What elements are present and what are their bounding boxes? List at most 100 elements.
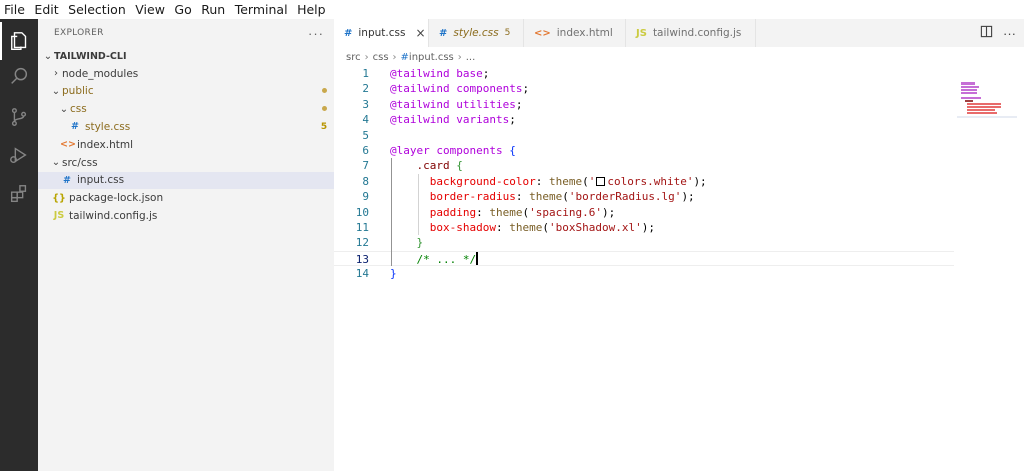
chevron-right-icon: › (50, 68, 62, 79)
tree-item-public[interactable]: ⌄public (38, 83, 334, 100)
git-decoration (314, 86, 334, 96)
tree-item-node-modules[interactable]: ›node_modules (38, 65, 334, 82)
project-root[interactable]: ⌄ TAILWIND-CLI (38, 48, 334, 65)
code-text: } (390, 266, 397, 281)
menu-bar: File Edit Selection View Go Run Terminal Help (0, 0, 1024, 19)
breadcrumb-item[interactable]: input.css (409, 52, 454, 63)
explorer-sidebar: EXPLORER ··· ⌄ TAILWIND-CLI ›node_module… (38, 19, 334, 471)
css-file-icon: # (68, 121, 82, 132)
chevron-right-icon: › (458, 52, 462, 63)
text-cursor (476, 252, 478, 265)
breadcrumb: src›css›# input.css›... (334, 47, 475, 67)
tree-item-package-lock-json[interactable]: {}package-lock.json (38, 190, 334, 207)
tree-item-label: src/css (62, 157, 314, 169)
tab-index-html[interactable]: <> index.html (524, 19, 626, 47)
line-number: 14 (334, 266, 369, 281)
code-line[interactable]: 5 (334, 128, 954, 143)
extensions-icon[interactable] (0, 175, 38, 213)
code-line[interactable]: 14} (334, 266, 954, 281)
tree-item-label: style.css (85, 121, 314, 133)
tab-tailwind-config-js[interactable]: JStailwind.config.js (626, 19, 756, 47)
tree-item-tailwind-config-js[interactable]: JStailwind.config.js (38, 207, 334, 224)
source-control-icon[interactable] (0, 98, 38, 136)
close-icon[interactable]: × (415, 26, 425, 40)
css-file-icon: # (401, 52, 409, 63)
more-actions-icon[interactable]: ··· (308, 26, 324, 41)
minimap[interactable] (957, 66, 1017, 126)
editor-area: #input.css×#style.css5<>index.htmlJStail… (334, 19, 1024, 471)
html-file-icon: <> (534, 28, 551, 39)
tree-item-index-html[interactable]: <>index.html (38, 136, 334, 153)
tree-item-style-css[interactable]: #style.css5 (38, 118, 334, 135)
search-icon[interactable] (0, 57, 38, 95)
code-line[interactable]: 4@tailwind variants; (334, 112, 954, 127)
color-swatch-icon[interactable] (596, 177, 605, 186)
menu-selection[interactable]: Selection (68, 2, 126, 17)
menu-view[interactable]: View (135, 2, 165, 17)
line-number: 9 (334, 189, 369, 204)
code-line[interactable]: 13 /* ... */ (334, 251, 954, 266)
menu-edit[interactable]: Edit (34, 2, 58, 17)
tree-item-label: node_modules (62, 68, 314, 80)
code-line[interactable]: 11 box-shadow: theme('boxShadow.xl'); (334, 220, 954, 235)
tree-item-label: input.css (77, 174, 314, 186)
tree-item-label: index.html (77, 139, 314, 151)
line-number: 2 (334, 81, 369, 96)
code-text: @layer components { (390, 143, 516, 158)
breadcrumb-item[interactable]: ... (466, 52, 476, 63)
tree-item-input-css[interactable]: #input.css (38, 172, 334, 189)
chevron-right-icon: › (393, 52, 397, 63)
css-file-icon: # (344, 28, 352, 39)
code-line[interactable]: 6 @layer components { (334, 143, 954, 158)
indent-guide (391, 158, 392, 266)
tree-item-label: tailwind.config.js (69, 210, 314, 222)
run-debug-icon[interactable] (0, 136, 38, 174)
code-line[interactable]: 7 .card { (334, 158, 954, 173)
code-text: border-radius: theme('borderRadius.lg'); (390, 189, 695, 204)
activity-bar (0, 19, 38, 471)
split-editor-icon[interactable] (980, 25, 993, 41)
code-line[interactable]: 3@tailwind utilities; (334, 97, 954, 112)
tab-style-css[interactable]: #style.css5 (429, 19, 524, 47)
tree-item-src-css[interactable]: ⌄src/css (38, 154, 334, 171)
chevron-down-icon: ⌄ (50, 157, 62, 168)
tree-item-label: public (62, 85, 314, 97)
chevron-down-icon: ⌄ (58, 104, 70, 115)
code-line[interactable]: 10 padding: theme('spacing.6'); (334, 205, 954, 220)
explorer-icon[interactable] (0, 22, 38, 60)
git-decoration (314, 104, 334, 114)
code-line[interactable]: 8 background-color: theme('colors.white'… (334, 174, 954, 189)
json-file-icon: {} (52, 193, 66, 204)
editor-actions: ··· (980, 19, 1024, 47)
menu-run[interactable]: Run (201, 2, 225, 17)
code-line[interactable]: 12 } (334, 235, 954, 250)
code-line[interactable]: 9 border-radius: theme('borderRadius.lg'… (334, 189, 954, 204)
code-text: @tailwind utilities; (390, 97, 522, 112)
menu-go[interactable]: Go (174, 2, 191, 17)
menu-file[interactable]: File (4, 2, 25, 17)
line-number: 4 (334, 112, 369, 127)
breadcrumb-item[interactable]: src (346, 52, 361, 63)
line-number: 6 (334, 143, 369, 158)
vertical-scrollbar[interactable] (1016, 66, 1024, 471)
line-number: 8 (334, 174, 369, 189)
code-line[interactable]: 1@tailwind base; (334, 66, 954, 81)
tab-label: style.css (453, 27, 498, 39)
code-line[interactable]: 2 @tailwind components; (334, 81, 954, 96)
menu-terminal[interactable]: Terminal (235, 2, 288, 17)
tab-label: index.html (557, 27, 613, 39)
tab-input-css[interactable]: #input.css× (334, 19, 429, 47)
line-number: 7 (334, 158, 369, 173)
more-actions-icon[interactable]: ··· (1003, 26, 1016, 41)
modified-dot-icon (322, 88, 327, 93)
tab-label: tailwind.config.js (653, 27, 741, 39)
line-number: 12 (334, 235, 369, 250)
code-text: @tailwind base; (390, 66, 489, 81)
css-file-icon: # (60, 175, 74, 186)
breadcrumb-item[interactable]: css (373, 52, 389, 63)
code-text: @tailwind components; (390, 81, 529, 96)
tree-item-css[interactable]: ⌄css (38, 101, 334, 118)
menu-help[interactable]: Help (297, 2, 326, 17)
indent-guide (418, 174, 419, 236)
code-text: /* ... */ (390, 252, 478, 267)
